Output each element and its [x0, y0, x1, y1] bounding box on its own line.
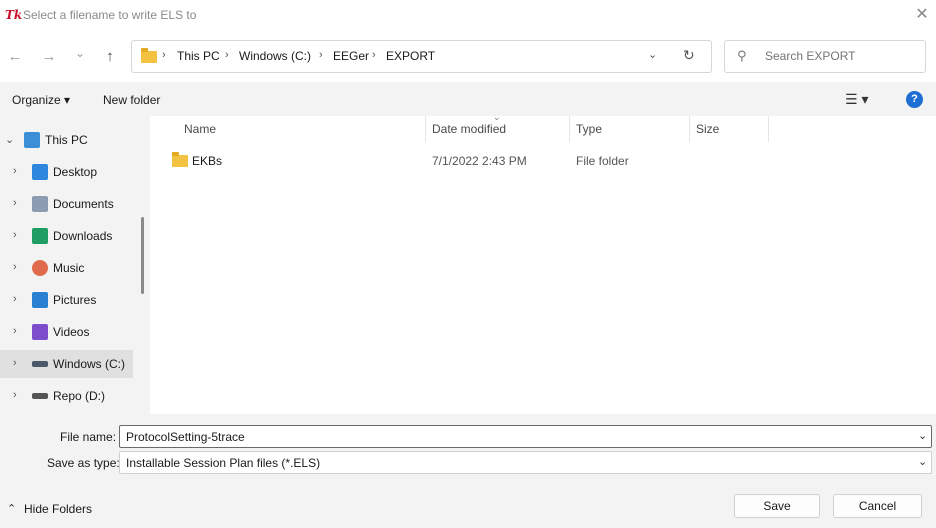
chevron-right-icon[interactable]: ›	[13, 197, 17, 209]
column-header-date-modified[interactable]: Date modified	[432, 122, 506, 136]
breadcrumb-separator: ›	[319, 49, 323, 61]
search-icon: ⚲	[737, 48, 747, 63]
back-button[interactable]: ←	[4, 46, 26, 68]
sidebar-item-desktop[interactable]: › Desktop	[0, 158, 133, 186]
chevron-down-icon[interactable]: ⌄	[918, 429, 927, 442]
nav-pane-scrollbar[interactable]	[141, 217, 144, 294]
breadcrumb-this-pc[interactable]: This PC	[177, 49, 220, 63]
search-input[interactable]	[765, 49, 915, 63]
drive-d-icon	[32, 393, 48, 399]
column-divider[interactable]	[768, 116, 769, 142]
column-divider[interactable]	[689, 116, 690, 142]
sidebar-item-monitor[interactable]: ⌄ This PC	[0, 126, 133, 154]
file-row-ekbs[interactable]: EKBs 7/1/2022 2:43 PM File folder	[166, 148, 766, 174]
folder-icon	[172, 152, 188, 167]
address-history-dropdown[interactable]: ⌄	[648, 48, 657, 61]
column-header-name[interactable]: Name	[184, 122, 216, 136]
chevron-right-icon[interactable]: ›	[13, 357, 17, 369]
sidebar-item-label: Downloads	[53, 229, 113, 243]
chevron-right-icon[interactable]: ›	[13, 165, 17, 177]
chevron-down-icon[interactable]: ⌄	[918, 455, 927, 468]
search-box[interactable]: ⚲	[724, 40, 926, 73]
chevron-right-icon[interactable]: ›	[13, 293, 17, 305]
sidebar-item-label: Desktop	[53, 165, 98, 179]
up-button[interactable]: ↑	[99, 46, 121, 68]
recent-locations-button[interactable]: ⌄	[69, 42, 91, 64]
sidebar-item-downloads[interactable]: › Downloads	[0, 222, 133, 250]
file-name-input[interactable]	[126, 430, 906, 444]
help-icon[interactable]: ?	[906, 91, 923, 108]
close-button[interactable]: ✕	[908, 2, 936, 28]
videos-icon	[32, 324, 48, 340]
chevron-right-icon[interactable]: ›	[13, 389, 17, 401]
forward-button[interactable]: →	[38, 46, 60, 68]
hide-folders-button[interactable]: Hide Folders	[24, 502, 92, 516]
documents-icon	[32, 196, 48, 212]
sidebar-item-videos[interactable]: › Videos	[0, 318, 133, 346]
chevron-right-icon[interactable]: ›	[13, 325, 17, 337]
column-divider[interactable]	[569, 116, 570, 142]
organize-button[interactable]: Organize ▾	[12, 93, 70, 107]
column-header-type[interactable]: Type	[576, 122, 602, 136]
breadcrumb-separator: ›	[372, 49, 376, 61]
column-header-size[interactable]: Size	[696, 122, 719, 136]
breadcrumb-eeger[interactable]: EEGer	[333, 49, 369, 63]
file-name-combobox[interactable]: ⌄	[119, 425, 932, 448]
sidebar-item-pictures[interactable]: › Pictures	[0, 286, 133, 314]
sidebar-item-label: Windows (C:)	[53, 357, 126, 371]
file-date-modified: 7/1/2022 2:43 PM	[432, 154, 527, 168]
chevron-right-icon[interactable]: ›	[13, 229, 17, 241]
chevron-right-icon[interactable]: ›	[13, 261, 17, 273]
folder-icon	[141, 48, 157, 63]
save-as-type-select[interactable]: Installable Session Plan files (*.ELS) ⌄	[119, 451, 932, 474]
view-options-button[interactable]: ☰ ▾	[845, 91, 868, 108]
address-bar[interactable]: › This PC › Windows (C:) › EEGer › EXPOR…	[131, 40, 712, 73]
desktop-icon	[32, 164, 48, 180]
breadcrumb-windows-c[interactable]: Windows (C:)	[239, 49, 311, 63]
window-title: Select a filename to write ELS to	[23, 8, 197, 22]
save-as-type-label: Save as type:	[47, 456, 120, 470]
sidebar-item-music[interactable]: › Music	[0, 254, 133, 282]
file-name: EKBs	[192, 154, 223, 168]
tk-app-icon: Tk	[5, 8, 23, 22]
refresh-icon[interactable]: ↻	[683, 47, 695, 64]
save-as-type-value: Installable Session Plan files (*.ELS)	[126, 456, 321, 470]
sidebar-item-documents[interactable]: › Documents	[0, 190, 133, 218]
save-button[interactable]: Save	[734, 494, 820, 518]
sidebar-item-label: Videos	[53, 325, 90, 339]
music-icon	[32, 260, 48, 276]
sidebar-item-drive-c[interactable]: › Windows (C:)	[0, 350, 133, 378]
column-divider[interactable]	[425, 116, 426, 142]
sidebar-item-label: This PC	[45, 133, 88, 147]
pictures-icon	[32, 292, 48, 308]
new-folder-button[interactable]: New folder	[103, 93, 160, 107]
downloads-icon	[32, 228, 48, 244]
breadcrumb-export[interactable]: EXPORT	[386, 49, 435, 63]
sidebar-item-drive-d[interactable]: › Repo (D:)	[0, 382, 133, 410]
monitor-icon	[24, 132, 40, 148]
cancel-button[interactable]: Cancel	[833, 494, 922, 518]
breadcrumb-separator: ›	[225, 49, 229, 61]
drive-c-icon	[32, 361, 48, 367]
title-bar: Tk Select a filename to write ELS to ✕	[0, 0, 936, 30]
file-name-label: File name:	[60, 430, 117, 444]
file-type: File folder	[576, 154, 629, 168]
chevron-down-icon[interactable]: ⌄	[5, 133, 14, 146]
sidebar-item-label: Music	[53, 261, 85, 275]
sidebar-item-label: Documents	[53, 197, 114, 211]
breadcrumb-separator: ›	[162, 49, 166, 61]
sidebar-item-label: Repo (D:)	[53, 389, 106, 403]
chevron-up-icon[interactable]: ⌃	[7, 502, 16, 515]
sidebar-item-label: Pictures	[53, 293, 97, 307]
